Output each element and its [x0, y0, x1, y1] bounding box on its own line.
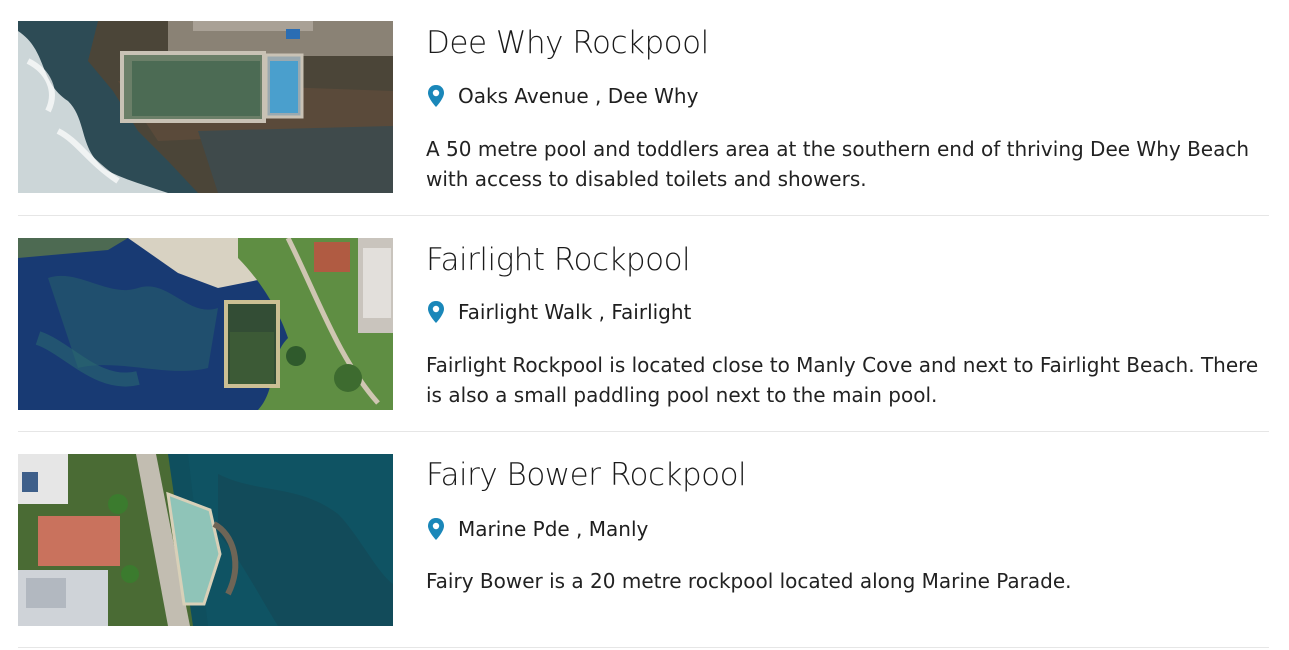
- suburb-name: Manly: [588, 517, 649, 541]
- street-name: Marine Pde: [458, 517, 570, 541]
- map-pin-icon: [428, 85, 444, 107]
- suburb-name: Dee Why: [607, 84, 699, 108]
- aerial-photo: [18, 454, 393, 626]
- location-address[interactable]: Marine Pde , Manly: [458, 517, 648, 541]
- rockpool-title[interactable]: Fairlight Rockpool: [426, 242, 691, 278]
- location-row: Oaks Avenue , Dee Why: [426, 84, 698, 108]
- rockpool-title[interactable]: Fairy Bower Rockpool: [426, 457, 747, 493]
- aerial-photo: [18, 238, 393, 410]
- aerial-photo: [18, 21, 393, 193]
- rockpool-description: Fairy Bower is a 20 metre rockpool locat…: [426, 569, 1072, 593]
- rockpool-thumbnail-dee-why[interactable]: [18, 21, 393, 193]
- street-name: Oaks Avenue: [458, 84, 589, 108]
- map-pin-icon: [428, 301, 444, 323]
- location-address[interactable]: Oaks Avenue , Dee Why: [458, 84, 698, 108]
- rockpool-title[interactable]: Dee Why Rockpool: [426, 25, 709, 61]
- suburb-name: Fairlight: [611, 300, 692, 324]
- rockpool-thumbnail-fairy-bower[interactable]: [18, 454, 393, 626]
- rockpool-description: A 50 metre pool and toddlers area at the…: [426, 137, 1250, 191]
- list-item: Dee Why Rockpool Oaks Avenue , Dee Why A…: [18, 0, 1269, 216]
- list-item: Fairy Bower Rockpool Marine Pde , Manly …: [18, 432, 1269, 648]
- list-item: Fairlight Rockpool Fairlight Walk , Fair…: [18, 216, 1269, 432]
- location-row: Marine Pde , Manly: [426, 517, 648, 541]
- street-name: Fairlight Walk: [458, 300, 593, 324]
- rockpool-description: Fairlight Rockpool is located close to M…: [426, 353, 1259, 407]
- location-row: Fairlight Walk , Fairlight: [426, 300, 691, 324]
- map-pin-icon: [428, 518, 444, 540]
- rockpool-thumbnail-fairlight[interactable]: [18, 238, 393, 410]
- location-address[interactable]: Fairlight Walk , Fairlight: [458, 300, 691, 324]
- rockpool-list: Dee Why Rockpool Oaks Avenue , Dee Why A…: [18, 0, 1269, 648]
